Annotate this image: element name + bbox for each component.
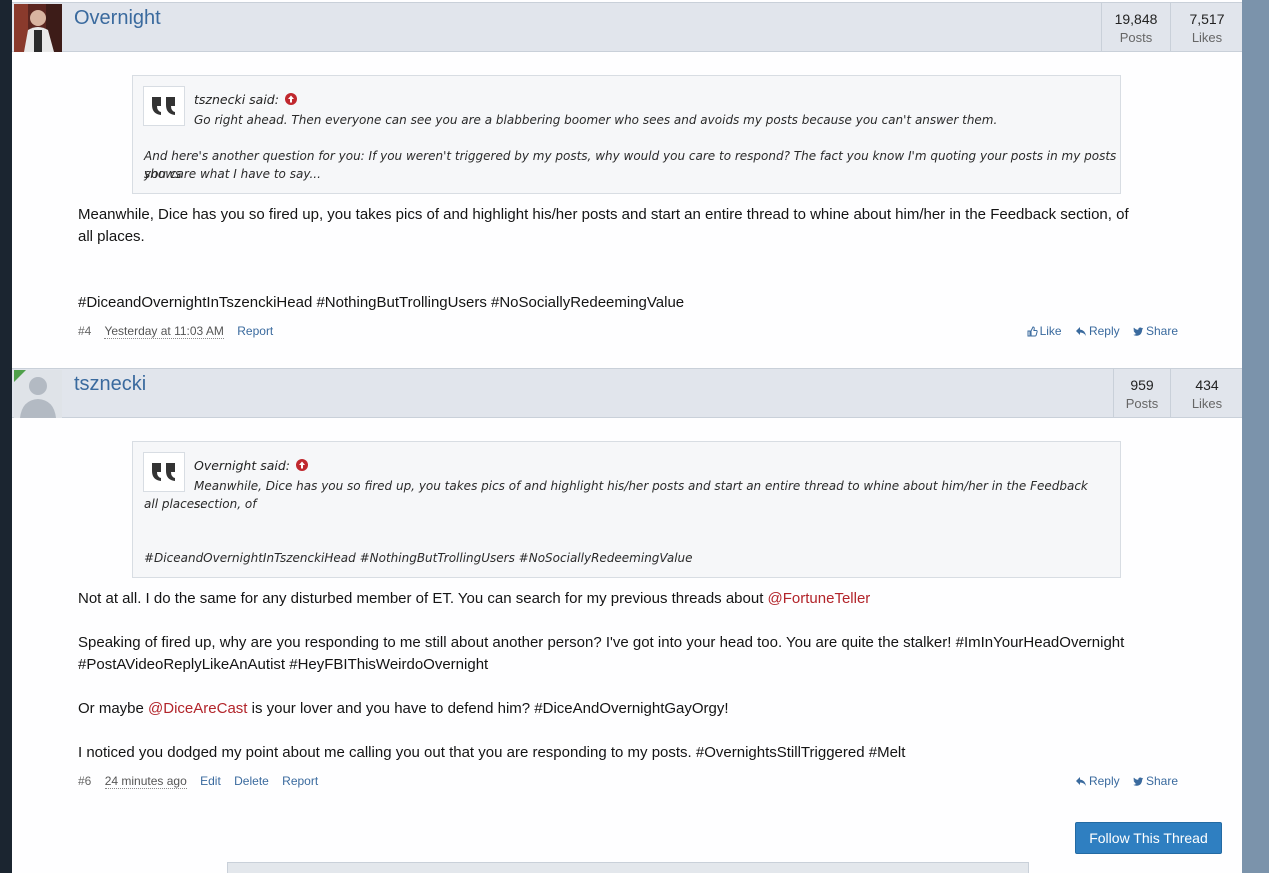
share-button[interactable]: Share <box>1132 774 1178 788</box>
quote-text: all places. <box>144 497 205 511</box>
post-timestamp[interactable]: Yesterday at 11:03 AM <box>104 324 224 339</box>
thumbs-up-icon <box>1027 326 1038 337</box>
reply-icon <box>1075 327 1086 336</box>
post-body: Meanwhile, Dice has you so fired up, you… <box>78 204 1188 248</box>
post-actions: Like Reply Share <box>1017 324 1178 338</box>
posts-count: 959 <box>1130 377 1154 393</box>
quote-icon <box>143 86 185 126</box>
report-link[interactable]: Report <box>282 774 318 788</box>
body-line: Speaking of fired up, why are you respon… <box>78 634 1125 651</box>
post-body-paragraph: Speaking of fired up, why are you respon… <box>78 632 1188 676</box>
body-line: all places. <box>78 228 145 245</box>
likes-stat: 434 Likes <box>1170 369 1242 417</box>
quote-block: Overnight said: Meanwhile, Dice has you … <box>132 441 1121 578</box>
delete-link[interactable]: Delete <box>234 774 269 788</box>
likes-label: Likes <box>1191 30 1223 45</box>
twitter-icon <box>1132 777 1144 786</box>
quote-text: you care what I have to say... <box>144 167 321 181</box>
right-sidebar-strip <box>1242 0 1269 873</box>
posts-count: 19,848 <box>1114 11 1158 27</box>
thread-content: Overnight 19,848 Posts 7,517 Likes tszne… <box>12 0 1242 873</box>
quote-icon <box>143 452 185 492</box>
body-line: Meanwhile, Dice has you so fired up, you… <box>78 206 1129 223</box>
posts-label: Posts <box>1125 396 1159 411</box>
post-footer: #4 Yesterday at 11:03 AM Report Like Rep… <box>78 324 1178 340</box>
share-button[interactable]: Share <box>1132 324 1178 338</box>
post-number[interactable]: #6 <box>78 774 91 788</box>
post-body-paragraph: I noticed you dodged my point about me c… <box>78 744 906 761</box>
post-hashtags: #DiceandOvernightInTszenckiHead #Nothing… <box>78 294 685 311</box>
like-button[interactable]: Like <box>1027 324 1065 338</box>
reply-icon <box>1075 777 1086 786</box>
quote-author[interactable]: tsznecki said: <box>194 92 297 107</box>
post-header: tsznecki 959 Posts 434 Likes <box>12 368 1242 418</box>
share-label: Share <box>1145 774 1178 788</box>
report-link[interactable]: Report <box>237 324 273 338</box>
edit-link[interactable]: Edit <box>200 774 221 788</box>
username[interactable]: tsznecki <box>74 373 146 396</box>
reply-button[interactable]: Reply <box>1075 774 1123 788</box>
reply-label: Reply <box>1088 774 1120 788</box>
quote-text: Go right ahead. Then everyone can see yo… <box>194 113 998 127</box>
post-actions: Reply Share <box>1065 774 1178 788</box>
quote-text: Meanwhile, Dice has you so fired up, you… <box>194 479 1088 511</box>
quote-author[interactable]: Overnight said: <box>194 458 308 473</box>
posts-label: Posts <box>1119 30 1153 45</box>
post-timestamp[interactable]: 24 minutes ago <box>104 774 187 789</box>
body-text: Not at all. I do the same for any distur… <box>78 590 768 607</box>
likes-count: 434 <box>1195 377 1219 393</box>
quote-author-name: tsznecki said: <box>194 92 279 107</box>
follow-thread-button[interactable]: Follow This Thread <box>1075 822 1222 854</box>
reply-button[interactable]: Reply <box>1075 324 1123 338</box>
likes-stat: 7,517 Likes <box>1170 3 1242 51</box>
body-text: is your lover and you have to defend him… <box>247 700 729 717</box>
jump-to-post-icon[interactable] <box>295 459 308 471</box>
mention-link[interactable]: @FortuneTeller <box>768 590 871 607</box>
likes-count: 7,517 <box>1189 11 1225 27</box>
body-text: Or maybe <box>78 700 149 717</box>
mention-link[interactable]: @DiceAreCast <box>148 700 247 717</box>
posts-stat: 959 Posts <box>1113 369 1170 417</box>
pagination-bar[interactable] <box>227 862 1029 873</box>
twitter-icon <box>1132 327 1144 336</box>
jump-to-post-icon[interactable] <box>284 93 297 105</box>
share-label: Share <box>1145 324 1178 338</box>
post-body-paragraph: Or maybe @DiceAreCast is your lover and … <box>78 698 1188 720</box>
quote-text: #DiceandOvernightInTszenckiHead #Nothing… <box>144 551 693 565</box>
post-number[interactable]: #4 <box>78 324 91 338</box>
likes-label: Likes <box>1191 396 1223 411</box>
reply-label: Reply <box>1088 324 1120 338</box>
username[interactable]: Overnight <box>74 7 161 30</box>
body-line: #PostAVideoReplyLikeAnAutist #HeyFBIThis… <box>78 656 489 673</box>
like-label: Like <box>1039 324 1062 338</box>
post-header: Overnight 19,848 Posts 7,517 Likes <box>12 2 1242 52</box>
post-body-paragraph: Not at all. I do the same for any distur… <box>78 588 1188 610</box>
quote-block: tsznecki said: Go right ahead. Then ever… <box>132 75 1121 194</box>
avatar[interactable] <box>14 4 62 52</box>
quote-author-name: Overnight said: <box>194 458 290 473</box>
posts-stat: 19,848 Posts <box>1101 3 1170 51</box>
avatar[interactable] <box>14 370 62 418</box>
post-footer: #6 24 minutes ago Edit Delete Report Rep… <box>78 774 1178 790</box>
